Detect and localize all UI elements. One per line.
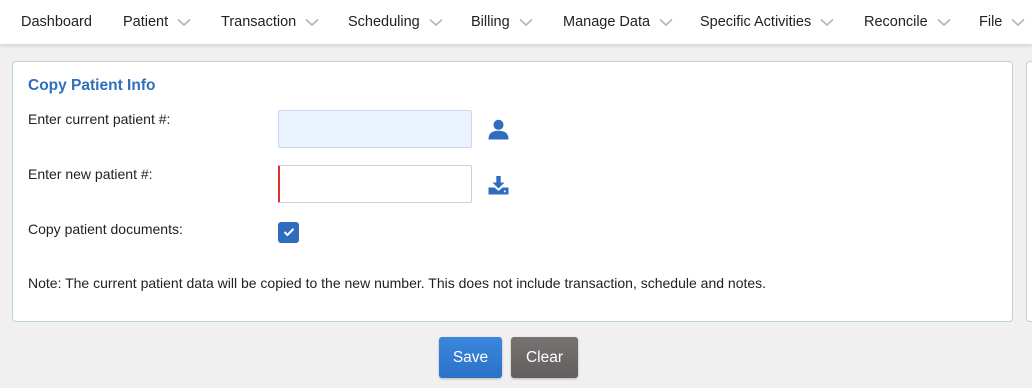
nav-manage-data[interactable]: Manage Data bbox=[563, 0, 673, 44]
nav-reconcile[interactable]: Reconcile bbox=[864, 0, 951, 44]
download-icon[interactable] bbox=[488, 176, 509, 200]
nav-file[interactable]: File bbox=[979, 0, 1025, 44]
nav-label: Patient bbox=[123, 14, 169, 30]
user-icon[interactable] bbox=[488, 119, 509, 145]
copy-note: Note: The current patient data will be c… bbox=[28, 275, 767, 291]
nav-label: Manage Data bbox=[563, 14, 651, 30]
chevron-down-icon bbox=[820, 18, 834, 27]
chevron-down-icon bbox=[659, 18, 673, 27]
chevron-down-icon bbox=[1011, 18, 1025, 27]
current-patient-input[interactable] bbox=[278, 110, 472, 148]
nav-dashboard[interactable]: Dashboard bbox=[21, 0, 92, 44]
nav-billing[interactable]: Billing bbox=[471, 0, 533, 44]
clear-button[interactable]: Clear bbox=[511, 337, 578, 378]
checkmark-icon bbox=[283, 224, 295, 242]
nav-label: Transaction bbox=[221, 14, 297, 30]
nav-transaction[interactable]: Transaction bbox=[221, 0, 319, 44]
top-navigation: Dashboard Patient Transaction Scheduling… bbox=[0, 0, 1032, 44]
nav-patient[interactable]: Patient bbox=[123, 0, 191, 44]
chevron-down-icon bbox=[429, 18, 443, 27]
new-patient-input[interactable] bbox=[278, 165, 472, 203]
nav-label: Scheduling bbox=[348, 14, 420, 30]
save-button[interactable]: Save bbox=[439, 337, 502, 378]
chevron-down-icon bbox=[519, 18, 533, 27]
chevron-down-icon bbox=[937, 18, 951, 27]
chevron-down-icon bbox=[177, 18, 191, 27]
nav-label: Dashboard bbox=[21, 14, 92, 30]
new-patient-label: Enter new patient #: bbox=[28, 166, 153, 182]
nav-label: File bbox=[979, 14, 1003, 30]
current-patient-label: Enter current patient #: bbox=[28, 111, 171, 127]
adjacent-panel-edge bbox=[1026, 61, 1032, 322]
copy-documents-label: Copy patient documents: bbox=[28, 221, 183, 237]
card-title: Copy Patient Info bbox=[28, 77, 156, 94]
nav-scheduling[interactable]: Scheduling bbox=[348, 0, 443, 44]
copy-documents-checkbox[interactable] bbox=[278, 222, 299, 243]
nav-label: Billing bbox=[471, 14, 510, 30]
nav-label: Specific Activities bbox=[700, 14, 812, 30]
nav-specific-activities[interactable]: Specific Activities bbox=[700, 0, 834, 44]
nav-label: Reconcile bbox=[864, 14, 928, 30]
chevron-down-icon bbox=[305, 18, 319, 27]
